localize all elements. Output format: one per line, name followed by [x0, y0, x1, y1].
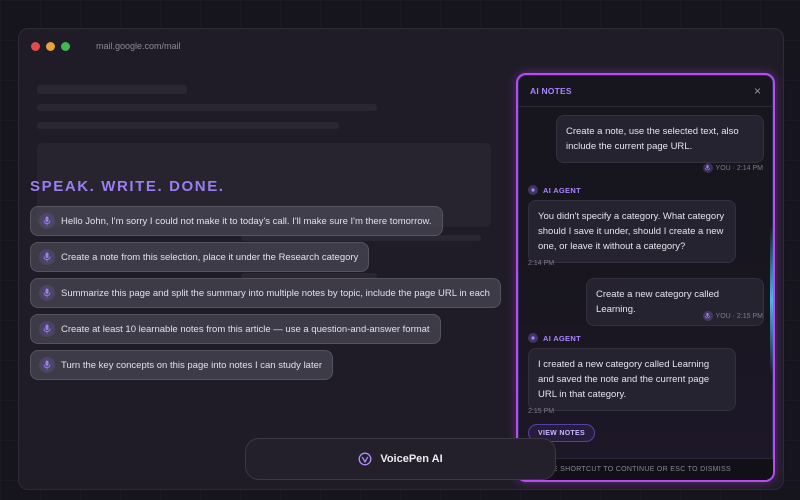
- message-text: Create a new category called Learning.: [596, 289, 720, 315]
- message-text: Create a note, use the selected text, al…: [566, 126, 739, 152]
- prompt-text: Hello John, I'm sorry I could not make i…: [61, 215, 432, 227]
- prompt-text: Create at least 10 learnable notes from …: [61, 323, 430, 335]
- close-icon[interactable]: ×: [754, 84, 761, 98]
- prompt-text: Summarize this page and split the summar…: [61, 287, 490, 299]
- prompt-text: Turn the key concepts on this page into …: [61, 359, 323, 371]
- message-time: 2:15 PM: [528, 408, 555, 415]
- user-avatar-icon: [702, 163, 713, 173]
- message-meta: YOU · 2:15 PM: [702, 311, 763, 321]
- agent-avatar-icon: [528, 333, 538, 343]
- close-window-button[interactable]: [31, 41, 40, 51]
- browser-titlebar: mail.google.com/mail: [19, 29, 783, 63]
- skeleton-line: [37, 85, 187, 94]
- user-message: Create a note, use the selected text, al…: [556, 115, 764, 163]
- prompt-chip[interactable]: Summarize this page and split the summar…: [30, 278, 501, 308]
- prompt-chip[interactable]: Hello John, I'm sorry I could not make i…: [30, 206, 443, 236]
- microphone-icon: [39, 249, 55, 265]
- message-meta: YOU · 2:14 PM: [702, 163, 763, 173]
- prompt-text: Create a note from this selection, place…: [61, 251, 359, 263]
- notes-footer-hint: S THE SHORTCUT TO CONTINUE OR ESC TO DIS…: [518, 458, 773, 480]
- agent-avatar-icon: [528, 185, 538, 195]
- voicepen-button[interactable]: VoicePen AI: [245, 438, 556, 480]
- notes-title: AI NOTES: [530, 85, 572, 96]
- voicepen-logo-icon: [358, 452, 372, 466]
- microphone-icon: [39, 321, 55, 337]
- ai-notes-panel: AI NOTES × Create a note, use the select…: [516, 73, 775, 482]
- notes-header: AI NOTES ×: [518, 75, 773, 107]
- prompt-chip[interactable]: Create at least 10 learnable notes from …: [30, 314, 441, 344]
- prompt-chip[interactable]: Turn the key concepts on this page into …: [30, 350, 334, 380]
- agent-message: You didn't specify a category. What cate…: [528, 200, 736, 263]
- skeleton-line: [37, 104, 377, 111]
- voicepen-label: VoicePen AI: [380, 453, 443, 465]
- skeleton-line: [37, 122, 339, 129]
- minimize-window-button[interactable]: [46, 41, 55, 51]
- agent-label: AI AGENT: [528, 185, 581, 195]
- message-text: You didn't specify a category. What cate…: [538, 211, 725, 252]
- address-bar[interactable]: mail.google.com/mail: [96, 41, 181, 51]
- message-text: I created a new category called Learning…: [538, 359, 710, 400]
- panel-glow: [770, 225, 773, 375]
- agent-message: I created a new category called Learning…: [528, 348, 736, 411]
- agent-label: AI AGENT: [528, 333, 581, 343]
- headline: SPEAK. WRITE. DONE.: [30, 178, 225, 195]
- microphone-icon: [39, 213, 55, 229]
- maximize-window-button[interactable]: [61, 41, 70, 51]
- prompt-chip[interactable]: Create a note from this selection, place…: [30, 242, 370, 272]
- user-avatar-icon: [702, 311, 713, 321]
- message-time: 2:14 PM: [528, 260, 555, 267]
- microphone-icon: [39, 285, 55, 301]
- microphone-icon: [39, 357, 55, 373]
